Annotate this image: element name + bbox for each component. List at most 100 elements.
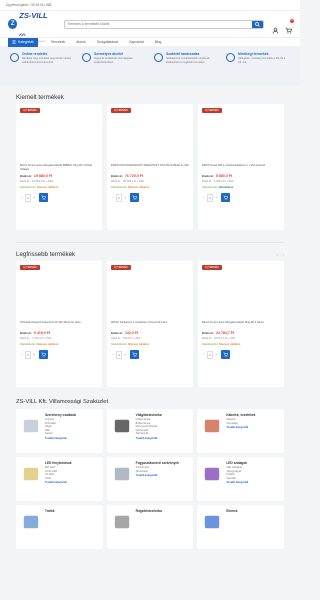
category-card[interactable]: Világítástechnika Kültéri lámpa Beltéri l… — [106, 409, 194, 453]
cart-icon — [285, 27, 292, 34]
product-name[interactable]: Bosch Smart Home Mozgásérzékelő 868MHz P… — [20, 164, 98, 172]
product-image[interactable] — [20, 271, 98, 319]
category-card[interactable]: Szerelvény családok Legrand Schneider Hage… — [16, 409, 103, 453]
category-link[interactable]: Izzók — [45, 477, 72, 481]
stock-status: Rendelésre — [219, 186, 234, 189]
qty-value[interactable]: 1 — [207, 350, 213, 359]
category-link[interactable]: Tartozékok — [136, 470, 179, 474]
product-name[interactable]: EMOS PROGRAMOZHATÓ BARÁZSOLT DIGITÁLIS R… — [111, 164, 189, 172]
product-name[interactable]: Schneider Easy9 FI-kapcsoló 2P 40A 30mA … — [20, 321, 98, 329]
nav-item-services[interactable]: Szolgáltatások — [93, 40, 122, 44]
category-more-link[interactable]: Tovább kategóriák — [45, 437, 76, 440]
product-card[interactable]: Új TERMÉK Bosch Smart Home Mozgásérzékel… — [16, 104, 102, 230]
category-card[interactable]: Trafók — [16, 505, 103, 549]
user-account-button[interactable] — [272, 21, 279, 34]
add-to-cart-button[interactable] — [221, 193, 230, 202]
product-card[interactable]: Új TERMÉK Schneider Easy9 FI-kapcsoló 2P… — [16, 261, 102, 387]
category-title[interactable]: Világítástechnika — [136, 413, 162, 417]
category-card[interactable]: Rögzítéstechnika — [106, 505, 194, 549]
category-image[interactable] — [201, 413, 223, 439]
add-to-cart-button[interactable] — [39, 350, 48, 359]
site-logo[interactable]: Z ZS-VILL Kft. VILLAMOSSÁGI SZAKÜZLET — [8, 12, 56, 43]
new-product-tag: Új TERMÉK — [20, 265, 40, 270]
category-card[interactable]: Fogyasztásmérő szekrények Szekrények Tart… — [106, 457, 194, 501]
nav-item-blog[interactable]: Blog — [151, 40, 166, 44]
category-title[interactable]: LED szalagok — [226, 461, 248, 465]
search-icon — [255, 21, 260, 27]
category-more-link[interactable]: Tovább kategóriák — [226, 481, 248, 484]
nav-item-products[interactable]: Termékek — [47, 40, 69, 44]
category-more-link[interactable]: Tovább kategóriák — [226, 426, 255, 429]
category-card[interactable]: Kábelek, vezetékek Kábelek Vezetékek Tová… — [197, 409, 284, 453]
qty-increase-button[interactable]: + — [123, 351, 127, 359]
category-link[interactable]: Kanlux — [45, 432, 76, 436]
category-card[interactable]: LED fényforrások E27 LED GU10 LED G9 LED Iz… — [16, 457, 103, 501]
category-image[interactable] — [111, 413, 133, 439]
carousel-prev-icon[interactable]: ‹ — [276, 252, 277, 257]
add-to-cart-button[interactable] — [221, 350, 230, 359]
product-image[interactable] — [202, 114, 280, 162]
category-card[interactable]: LED szalagok LED szalagok Tápegységek Prof… — [197, 457, 284, 501]
category-image[interactable] — [111, 461, 133, 487]
category-image[interactable] — [111, 509, 133, 535]
nav-item-sales[interactable]: Akciók — [72, 40, 90, 44]
product-name[interactable]: EMOS Smart Wifi-s vezérlőcsatlakozó 1 x … — [202, 164, 280, 172]
category-image[interactable] — [201, 461, 223, 487]
category-title[interactable]: Trafók — [45, 509, 55, 513]
category-image[interactable] — [20, 461, 42, 487]
qty-decrease-button[interactable]: − — [111, 351, 115, 359]
category-title[interactable]: Fogyasztásmérő szekrények — [136, 461, 179, 465]
category-more-link[interactable]: Tovább kategóriák — [136, 474, 179, 477]
product-card[interactable]: Új TERMÉK EMOS PROGRAMOZHATÓ BARÁZSOLT D… — [107, 104, 193, 230]
qty-decrease-button[interactable]: − — [111, 194, 115, 202]
cart-button[interactable]: 0 — [285, 18, 294, 34]
add-to-cart-button[interactable] — [130, 350, 139, 359]
category-link[interactable]: Álló lámpák — [136, 432, 162, 436]
qty-value[interactable]: 1 — [116, 193, 122, 202]
product-image[interactable] — [202, 271, 280, 319]
product-card[interactable]: Új TERMÉK EMOS Smart Wifi-s vezérlőcsatl… — [198, 104, 284, 230]
category-more-link[interactable]: Tovább kategóriák — [45, 481, 72, 484]
qty-increase-button[interactable]: + — [123, 194, 127, 202]
qty-increase-button[interactable]: + — [214, 194, 218, 202]
qty-decrease-button[interactable]: − — [20, 194, 24, 202]
category-link[interactable]: Vezérlők — [226, 477, 248, 481]
qty-increase-button[interactable]: + — [32, 351, 36, 359]
categories-menu-button[interactable]: Kategóriák — [8, 37, 38, 47]
feature-text: Vegye át rendelését személyesen szaküzle… — [94, 57, 133, 64]
product-image[interactable] — [111, 271, 189, 319]
category-title[interactable]: LED fényforrások — [45, 461, 72, 465]
qty-decrease-button[interactable]: − — [202, 194, 206, 202]
category-image[interactable] — [20, 509, 42, 535]
search-input[interactable] — [65, 20, 252, 28]
product-card[interactable]: Új TERMÉK Bosch Smart Home Mozgásérzékel… — [198, 261, 284, 387]
carousel-next-icon[interactable]: › — [283, 252, 284, 257]
qty-value[interactable]: 1 — [25, 193, 31, 202]
qty-value[interactable]: 1 — [116, 350, 122, 359]
product-name[interactable]: WAGO Sorkapocs 4 vezetékes 2.5mm2 221-41… — [111, 321, 189, 329]
qty-increase-button[interactable]: + — [214, 351, 218, 359]
product-image[interactable] — [20, 114, 98, 162]
add-to-cart-button[interactable] — [130, 193, 139, 202]
nav-item-contact[interactable]: Kapcsolat — [125, 40, 147, 44]
category-image[interactable] — [201, 509, 223, 535]
qty-value[interactable]: 1 — [25, 350, 31, 359]
search-button[interactable] — [252, 20, 263, 28]
product-name[interactable]: Bosch Smart Home Mozgásérzékelő Plug RF … — [202, 321, 280, 329]
qty-value[interactable]: 1 — [207, 193, 213, 202]
category-title[interactable]: Rögzítéstechnika — [136, 509, 162, 513]
qty-decrease-button[interactable]: − — [202, 351, 206, 359]
category-title[interactable]: Kábelek, vezetékek — [226, 413, 255, 417]
product-image[interactable] — [111, 114, 189, 162]
category-title[interactable]: Elemek — [226, 509, 237, 513]
category-more-link[interactable]: Tovább kategóriák — [136, 437, 162, 440]
qty-decrease-button[interactable]: − — [20, 351, 24, 359]
product-card[interactable]: Új TERMÉK WAGO Sorkapocs 4 vezetékes 2.5… — [107, 261, 193, 387]
category-link[interactable]: Vezetékek — [226, 422, 255, 426]
add-to-cart-button[interactable] — [39, 193, 48, 202]
category-title[interactable]: Szerelvény családok — [45, 413, 76, 417]
category-card[interactable]: Elemek — [197, 505, 284, 549]
category-image[interactable] — [20, 413, 42, 439]
qty-increase-button[interactable]: + — [32, 194, 36, 202]
net-price-label: Nettó ár: — [202, 180, 212, 183]
